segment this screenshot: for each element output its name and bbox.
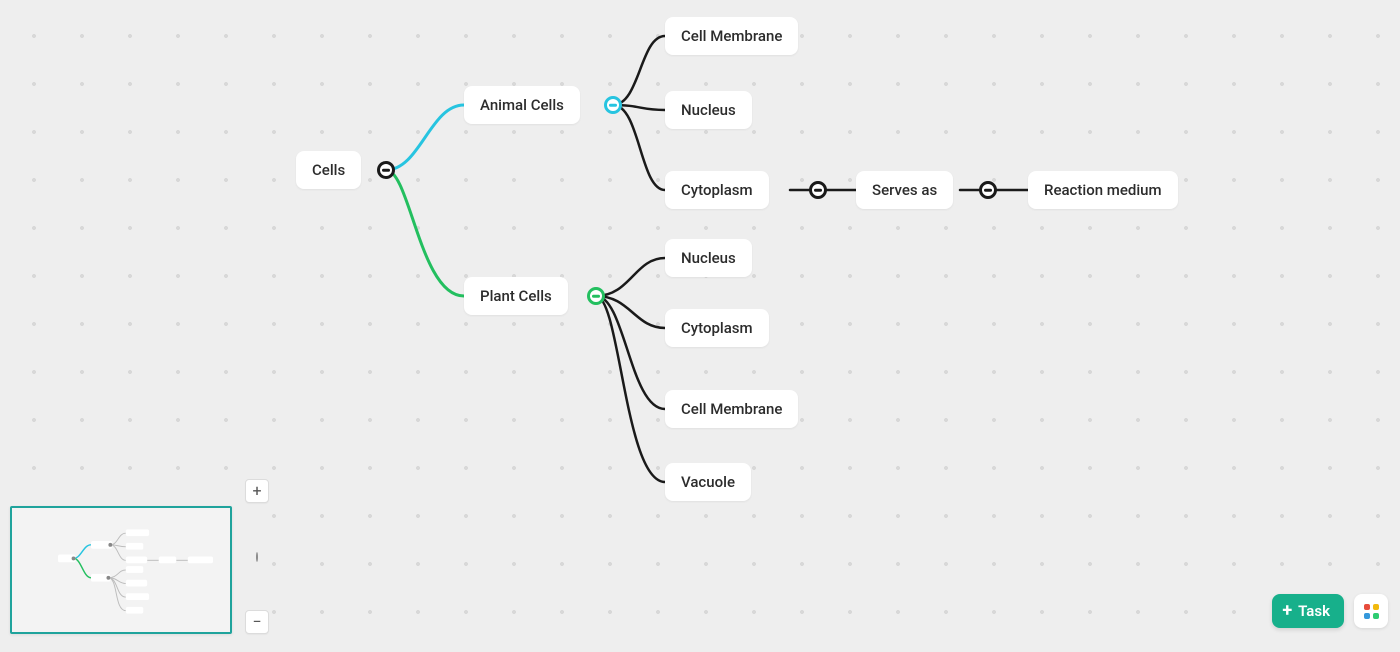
minimap-svg [12, 508, 230, 632]
collapse-toggle-cells[interactable] [377, 161, 395, 179]
apps-button[interactable] [1354, 594, 1388, 628]
node-cells[interactable]: Cells [296, 151, 361, 189]
node-cytoplasm-plant[interactable]: Cytoplasm [665, 309, 769, 347]
zoom-slider-track[interactable] [256, 509, 258, 604]
node-reaction-medium[interactable]: Reaction medium [1028, 171, 1178, 209]
zoom-in-button[interactable]: + [245, 479, 269, 503]
apps-icon [1364, 604, 1379, 619]
collapse-toggle-serves-as[interactable] [979, 181, 997, 199]
node-plant-cells[interactable]: Plant Cells [464, 277, 568, 315]
collapse-toggle-cytoplasm[interactable] [809, 181, 827, 199]
collapse-toggle-animal-cells[interactable] [604, 96, 622, 114]
zoom-panel: + − [244, 479, 270, 634]
task-button-label: Task [1298, 602, 1330, 620]
node-nucleus-animal[interactable]: Nucleus [665, 91, 752, 129]
node-nucleus-plant[interactable]: Nucleus [665, 239, 752, 277]
node-cytoplasm-animal[interactable]: Cytoplasm [665, 171, 769, 209]
plus-icon: + [1282, 602, 1292, 620]
node-serves-as[interactable]: Serves as [856, 171, 953, 209]
node-vacuole[interactable]: Vacuole [665, 463, 751, 501]
node-cell-membrane-animal[interactable]: Cell Membrane [665, 17, 798, 55]
minimap[interactable] [10, 506, 232, 634]
node-cell-membrane-plant[interactable]: Cell Membrane [665, 390, 798, 428]
node-animal-cells[interactable]: Animal Cells [464, 86, 580, 124]
add-task-button[interactable]: + Task [1272, 594, 1344, 628]
collapse-toggle-plant-cells[interactable] [587, 287, 605, 305]
bottom-right-toolbar: + Task [1272, 594, 1388, 628]
zoom-slider-handle[interactable] [256, 552, 258, 562]
zoom-out-button[interactable]: − [245, 610, 269, 634]
